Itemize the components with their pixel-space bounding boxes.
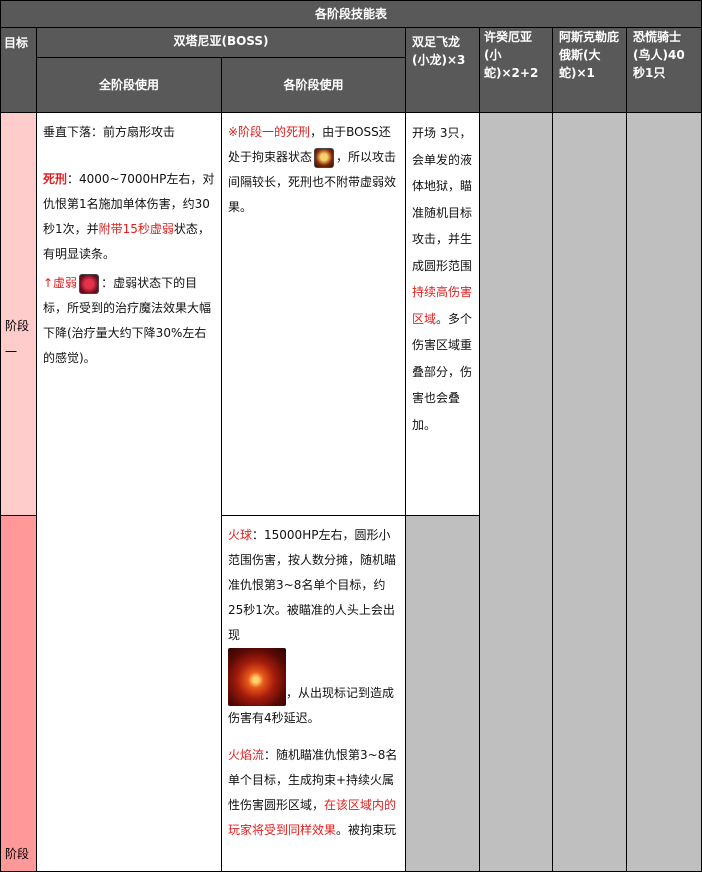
phase1-label: 阶段 一	[0, 112, 37, 516]
skill-table-page: 各阶段技能表 目标 双塔尼亚(BOSS) 双足飞龙(小龙)×3 许癸厄亚(小蛇)…	[0, 0, 702, 872]
header-knight: 恐慌骑士(鸟人)40秒1只	[625, 27, 702, 113]
header-all-phase: 全阶段使用	[36, 57, 222, 113]
header-boss: 双塔尼亚(BOSS)	[36, 27, 406, 58]
snake-small-empty-cell	[479, 112, 553, 872]
header-snake-big: 阿斯克勒庇俄斯(大蛇)×1	[552, 27, 627, 113]
phase1-all-phase-cell: 垂直下落：前方扇形攻击 死刑：4000~7000HP左右，对仇恨第1名施加单体伤…	[36, 112, 222, 872]
skill-table: 各阶段技能表 目标 双塔尼亚(BOSS) 双足飞龙(小龙)×3 许癸厄亚(小蛇)…	[0, 0, 702, 872]
weakness-text: ↑虚弱 ：虚弱状态下的目标，所受到的治疗魔法效果大幅下降(治疗量大约下降30%左右…	[43, 271, 215, 371]
header-target: 目标	[0, 27, 37, 113]
phase1-dragon-cell: 开场 3只，会单发的液体地狱，瞄准随机目标攻击，并生成圆形范围持续高伤害区域。多…	[405, 112, 480, 516]
header-snake-small: 许癸厄亚(小蛇)×2+2	[479, 27, 553, 113]
fireball-marker-image	[228, 648, 286, 706]
phase2-each-phase-cell: 火球：15000HP左右，圆形小范围伤害，按人数分摊，随机瞄准仇恨第3~8名单个…	[221, 515, 406, 872]
binding-device-icon	[314, 147, 335, 168]
weakness-icon	[79, 273, 100, 294]
knight-empty-cell	[625, 112, 702, 872]
death-sentence-text: 死刑：4000~7000HP左右，对仇恨第1名施加单体伤害，约30秒1次，并附带…	[43, 172, 215, 261]
phase1-each-phase-cell: ※阶段一的死刑，由于BOSS还处于拘束器状态 ，所以攻击间隔较长，死刑也不附带虚弱…	[221, 112, 406, 516]
header-dragon: 双足飞龙(小龙)×3	[405, 27, 480, 113]
table-title: 各阶段技能表	[0, 0, 702, 28]
snake-big-empty-cell	[552, 112, 627, 872]
flame-stream-text: 火焰流：随机瞄准仇恨第3~8名单个目标，生成拘束+持续火属性伤害圆形区域，在该区…	[228, 748, 398, 837]
vertical-dive-text: 垂直下落：前方扇形攻击	[43, 125, 176, 139]
fireball-text: 火球：15000HP左右，圆形小范围伤害，按人数分摊，随机瞄准仇恨第3~8名单个…	[228, 528, 397, 725]
phase2-dragon-empty-cell	[405, 515, 480, 872]
phase2-label: 阶段	[0, 515, 37, 872]
header-each-phase: 各阶段使用	[221, 57, 406, 113]
